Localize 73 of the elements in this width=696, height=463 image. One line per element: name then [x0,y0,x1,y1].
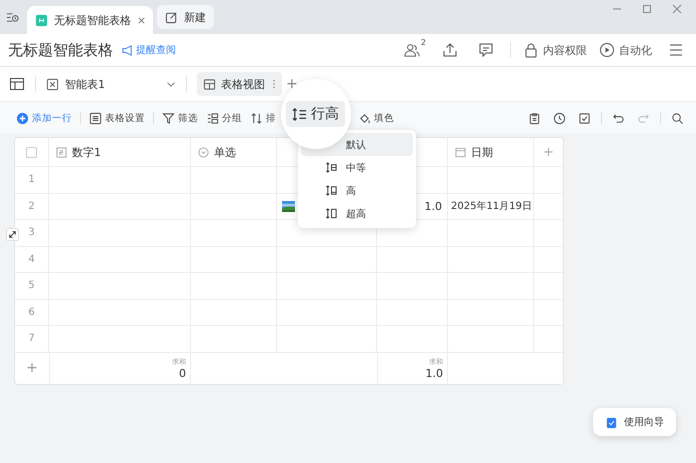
lock-icon [523,42,539,58]
browser-tab[interactable]: 无标题智能表格 [27,6,153,34]
row-number: 1 [28,174,35,186]
header-action-button[interactable]: 自动化 [599,42,652,58]
sheet-doc-icon [35,14,48,26]
sidebar-toggle-icon[interactable] [9,76,25,92]
edit-icon [165,10,178,24]
comment-icon[interactable] [478,42,494,58]
view-tab[interactable]: 表格视图 [197,72,282,96]
toolbar-button[interactable]: 分组 [206,112,242,124]
grid-icon [203,78,216,90]
row-height-icon [292,106,307,122]
column-header[interactable]: 单选 [214,144,236,160]
checklist-icon[interactable] [578,112,591,124]
chevron-down-icon [166,80,176,88]
row-height-button[interactable]: 行高 [286,101,345,127]
close-icon[interactable] [672,4,682,14]
row-number: 5 [28,280,35,292]
row-number: 3 [28,227,35,238]
paint-bucket-icon [358,112,371,124]
row-height-icon [325,207,338,220]
menu-icon[interactable] [668,42,684,58]
row-number: 4 [28,254,35,265]
plus-circle-icon [16,112,29,124]
number-field-icon [56,146,67,158]
summary-value: 0 [179,366,186,380]
row-number: 7 [28,333,35,344]
list-icon [89,112,102,124]
row-height-icon [325,161,338,174]
menu-item[interactable]: 超高 [301,202,413,225]
filter-icon [162,112,175,124]
browser-tab[interactable]: 新建 [157,5,214,29]
history-icon[interactable] [6,10,19,24]
calendar-icon [455,146,466,158]
sort-icon [250,112,263,124]
guide-button[interactable]: 使用向导 [593,408,676,436]
checklist-icon [605,416,618,428]
select-all-checkbox[interactable] [26,146,37,158]
play-icon [599,42,615,58]
column-header[interactable]: 数字1 [72,144,101,160]
close-icon[interactable] [137,16,146,24]
row-number: 2 [28,200,35,212]
sheet-selector[interactable]: 智能表1 [46,76,176,92]
option-field-icon [198,146,209,158]
summary-value: 1.0 [426,366,443,380]
row-number: 6 [28,306,35,318]
add-row-button[interactable]: 添加一行 [16,112,72,124]
table-cell-text: 2025年11月19日 [451,200,532,214]
clipboard-icon[interactable] [528,112,541,124]
menu-item[interactable]: 中等 [301,156,413,179]
header-action-button[interactable]: 内容权限 [523,42,587,58]
toolbar-button[interactable]: 表格设置 [89,112,145,124]
undo-icon[interactable] [612,112,625,124]
toolbar-button[interactable]: 填色 [358,112,394,124]
add-view-button[interactable]: + [286,76,298,92]
maximize-icon[interactable] [642,4,652,14]
column-header[interactable]: 日期 [471,144,493,160]
row-height-icon [325,184,338,197]
sheet-icon [46,78,59,90]
toolbar-button[interactable]: 筛选 [162,112,198,124]
more-icon[interactable] [272,79,276,89]
document-title: 无标题智能表格 [8,40,113,60]
toolbar-button[interactable]: 排 [250,112,276,124]
people-icon [404,42,420,58]
megaphone-icon [121,44,134,56]
menu-item[interactable]: 高 [301,179,413,202]
table-cell: 1.0 [424,200,442,213]
expand-icon[interactable] [6,228,19,241]
history-icon[interactable] [553,112,566,124]
group-icon [206,112,219,124]
remind-link[interactable]: 提醒查阅 [121,43,176,57]
share-icon[interactable] [442,42,458,58]
search-icon[interactable] [671,112,684,124]
